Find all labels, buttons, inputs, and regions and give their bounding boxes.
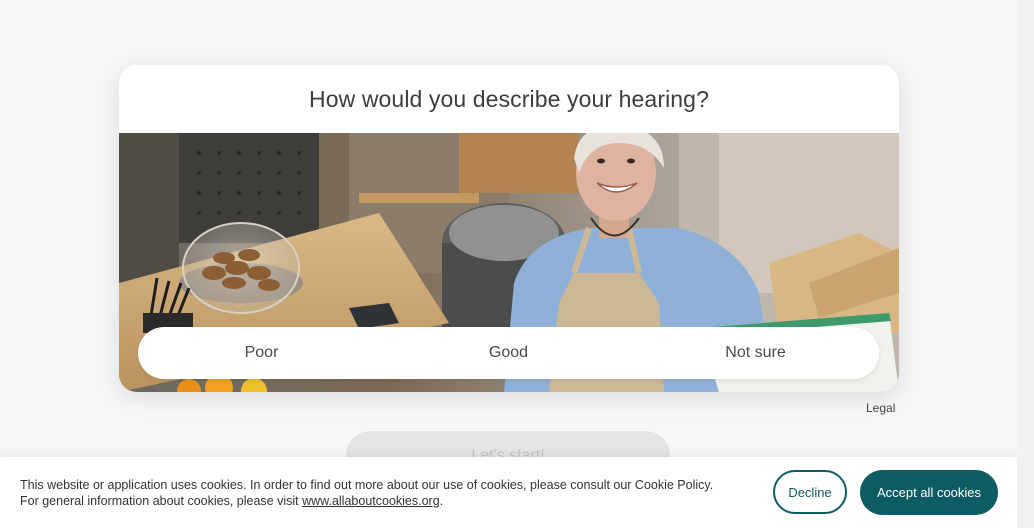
cookie-banner: This website or application uses cookies… bbox=[0, 457, 1017, 528]
legal-link[interactable]: Legal bbox=[866, 401, 895, 415]
answer-good[interactable]: Good bbox=[385, 327, 632, 379]
page-scrollbar[interactable] bbox=[1017, 0, 1034, 528]
page: How would you describe your hearing? Poo… bbox=[0, 0, 1034, 528]
survey-card: How would you describe your hearing? Poo… bbox=[119, 65, 899, 392]
cookies-info-link[interactable]: www.allaboutcookies.org bbox=[302, 494, 440, 508]
cookie-message: This website or application uses cookies… bbox=[20, 477, 720, 509]
answer-not-sure[interactable]: Not sure bbox=[632, 327, 879, 379]
cookie-message-end: . bbox=[439, 494, 444, 508]
question-title: How would you describe your hearing? bbox=[309, 85, 709, 112]
answer-options: Poor Good Not sure bbox=[138, 327, 879, 379]
answer-poor[interactable]: Poor bbox=[138, 327, 385, 379]
decline-cookies-button[interactable]: Decline bbox=[773, 470, 847, 514]
accept-cookies-button[interactable]: Accept all cookies bbox=[860, 470, 998, 515]
